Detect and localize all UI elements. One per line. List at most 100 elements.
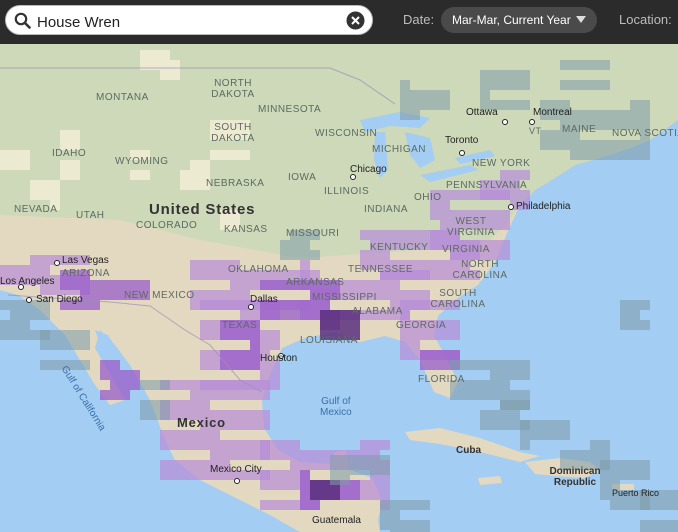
grid-cell-light (490, 190, 500, 200)
grid-cell-light (260, 410, 270, 420)
map-canvas[interactable] (0, 44, 678, 532)
grid-cell-light (370, 490, 380, 500)
grid-cell-grey (530, 430, 540, 440)
grid-cell-grey (560, 60, 570, 70)
grid-cell-grey (400, 80, 410, 90)
grid-cell-grey (500, 70, 510, 80)
grid-cell-grey (500, 400, 510, 410)
grid-cell-grey (560, 450, 570, 460)
grid-cell-light (220, 450, 230, 460)
grid-cell-grey (610, 500, 620, 510)
grid-cell-light (260, 370, 270, 380)
grid-cell-grey (290, 250, 300, 260)
grid-cell-light (290, 480, 300, 490)
grid-cell-grey (640, 460, 650, 470)
city-dot-philadelphia (508, 204, 514, 210)
grid-cell-grey (590, 150, 600, 160)
grid-cell-grey (630, 150, 640, 160)
grid-cell-grey (390, 520, 400, 530)
grid-cell-light (270, 440, 280, 450)
grid-cell-mid (260, 280, 270, 290)
grid-cell-grey (620, 460, 630, 470)
search-box[interactable] (5, 5, 373, 35)
grid-cell-light (200, 350, 210, 360)
grid-cell-grey (600, 110, 610, 120)
grid-cell-pale (220, 150, 230, 160)
grid-cell-light (200, 360, 210, 370)
grid-cell-light (380, 480, 390, 490)
grid-cell-light (190, 390, 200, 400)
close-icon[interactable] (346, 11, 365, 30)
grid-cell-light (400, 340, 410, 350)
grid-cell-light (430, 270, 440, 280)
grid-cell-grey (480, 90, 490, 100)
grid-cell-grey (340, 455, 350, 465)
grid-cell-light (290, 470, 300, 480)
grid-cell-light (390, 280, 400, 290)
grid-cell-mid (110, 290, 120, 300)
state-label-new-york: NEW YORK (472, 158, 531, 169)
grid-cell-light (190, 430, 200, 440)
grid-cell-light (500, 220, 510, 230)
grid-cell-light (250, 390, 260, 400)
grid-cell-grey (290, 240, 300, 250)
grid-cell-mid (300, 310, 310, 320)
grid-cell-grey (600, 60, 610, 70)
grid-cell-light (200, 300, 210, 310)
range-map[interactable]: United States Mexico Cuba Dominican Repu… (0, 44, 678, 532)
grid-cell-grey (520, 80, 530, 90)
grid-cell-light (430, 330, 440, 340)
grid-cell-light (440, 260, 450, 270)
grid-cell-light (410, 230, 420, 240)
search-icon[interactable] (14, 12, 31, 29)
grid-cell-light (220, 300, 230, 310)
grid-cell-grey (420, 100, 430, 110)
grid-cell-light (210, 290, 220, 300)
grid-cell-grey (660, 500, 670, 510)
grid-cell-grey (390, 500, 400, 510)
grid-cell-light (380, 440, 390, 450)
city-dot-mexico-city (234, 478, 240, 484)
grid-cell-grey (10, 320, 20, 330)
grid-cell-light (170, 460, 180, 470)
grid-cell-light (350, 280, 360, 290)
grid-cell-grey (550, 140, 560, 150)
grid-cell-grey (380, 455, 390, 465)
grid-cell-light (190, 270, 200, 280)
grid-cell-pale (60, 160, 70, 170)
grid-cell-grey (630, 310, 640, 320)
grid-cell-light (260, 420, 270, 430)
grid-cell-grey (450, 360, 460, 370)
grid-cell-dark (340, 310, 350, 320)
grid-cell-light (320, 460, 330, 470)
grid-cell-light (420, 230, 430, 240)
grid-cell-grey (490, 420, 500, 430)
grid-cell-grey (520, 360, 530, 370)
grid-cell-light (250, 310, 260, 320)
city-dot-toronto (459, 150, 465, 156)
grid-cell-grey (70, 360, 80, 370)
date-range-dropdown[interactable]: Mar-Mar, Current Year (441, 7, 597, 33)
grid-cell-light (210, 270, 220, 280)
state-label-ohio: OHIO (414, 192, 442, 203)
grid-cell-grey (480, 410, 490, 420)
grid-cell-light (320, 450, 330, 460)
grid-cell-grey (600, 80, 610, 90)
grid-cell-light (260, 440, 270, 450)
grid-cell-grey (150, 400, 160, 410)
grid-cell-light (200, 260, 210, 270)
grid-cell-grey (150, 410, 160, 420)
search-input[interactable] (35, 10, 339, 34)
grid-cell-mid (290, 310, 300, 320)
grid-cell-light (190, 260, 200, 270)
grid-cell-pale (20, 150, 30, 160)
grid-cell-grey (400, 520, 410, 530)
grid-cell-grey (380, 510, 390, 520)
grid-cell-grey (370, 455, 380, 465)
grid-cell-mid (270, 310, 280, 320)
grid-cell-grey (350, 465, 360, 475)
grid-cell-light (470, 190, 480, 200)
grid-cell-grey (580, 80, 590, 90)
grid-cell-grey (610, 460, 620, 470)
grid-cell-mid (450, 350, 460, 360)
